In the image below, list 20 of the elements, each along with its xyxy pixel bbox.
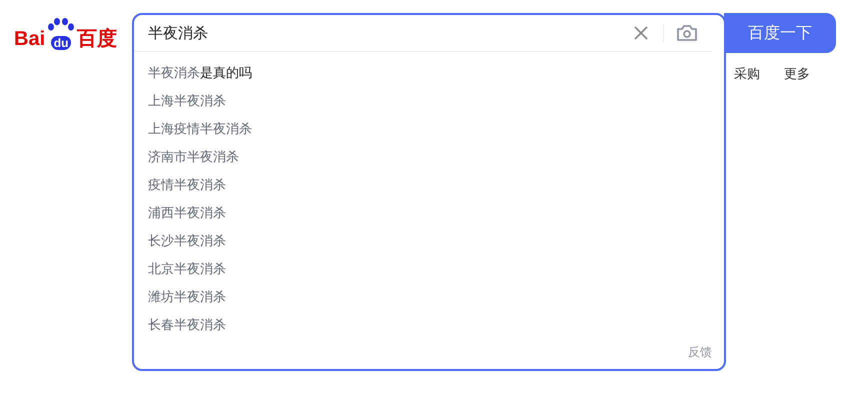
paw-logo: du	[46, 18, 76, 50]
logo-text: Bai	[14, 28, 46, 50]
suggestion-item[interactable]: 济南市半夜消杀	[148, 144, 710, 172]
camera-icon[interactable]	[676, 24, 698, 42]
logo-text: 百度	[77, 28, 118, 50]
suggestion-item[interactable]: 潍坊半夜消杀	[148, 284, 710, 312]
search-field[interactable]: 半夜消杀	[148, 24, 633, 42]
suggestion-item[interactable]: 上海疫情半夜消杀	[148, 116, 710, 144]
suggestion-item[interactable]: 长春半夜消杀	[148, 312, 710, 340]
suggestion-item[interactable]: 浦西半夜消杀	[148, 200, 710, 228]
nav-link[interactable]: 更多	[784, 66, 810, 84]
feedback-link[interactable]: 反馈	[688, 345, 712, 359]
suggestion-item[interactable]: 半夜消杀是真的吗	[148, 60, 710, 88]
close-icon[interactable]	[633, 25, 649, 41]
search-button[interactable]: 百度一下	[724, 13, 836, 53]
suggestion-item[interactable]: 北京半夜消杀	[148, 256, 710, 284]
suggestion-item[interactable]: 长沙半夜消杀	[148, 228, 710, 256]
nav-link[interactable]: 采购	[734, 66, 760, 84]
suggestion-item[interactable]: 疫情半夜消杀	[148, 172, 710, 200]
suggestion-item[interactable]: 上海半夜消杀	[148, 88, 710, 116]
